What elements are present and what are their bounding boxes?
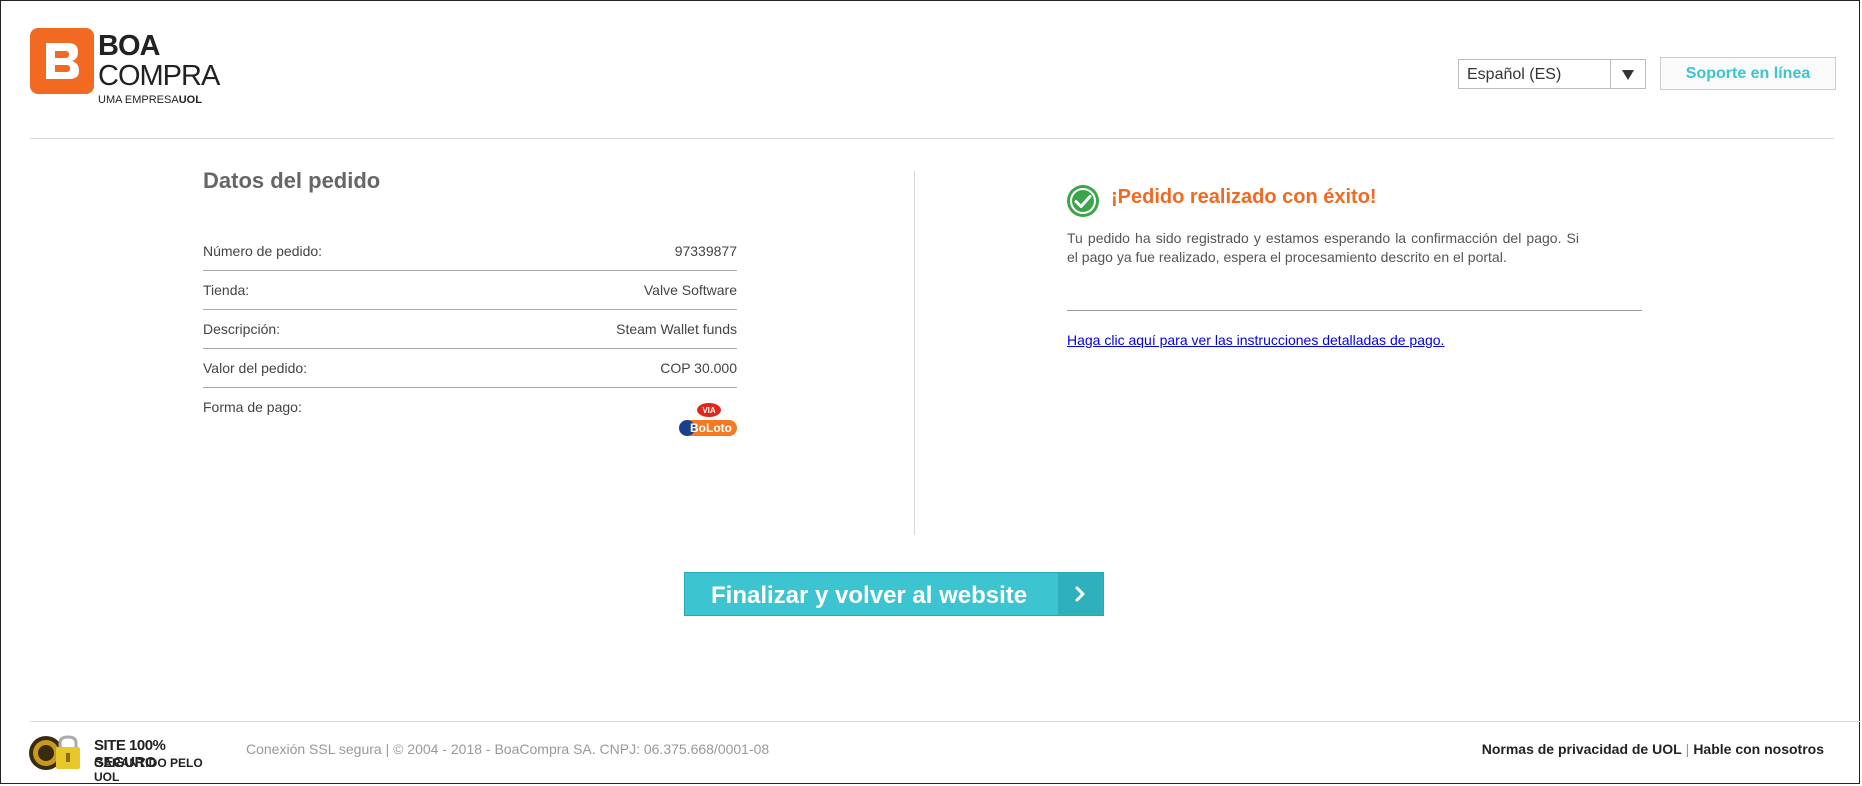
chevron-right-icon <box>1075 586 1085 602</box>
order-row-label: Número de pedido: <box>203 243 323 259</box>
language-select[interactable]: Español (ES) <box>1458 59 1646 89</box>
order-details-list: Número de pedido: 97339877 Tienda: Valve… <box>203 232 737 448</box>
order-row-value: Steam Wallet funds <box>616 321 737 337</box>
order-row-label: Valor del pedido: <box>203 360 308 376</box>
logo-text-compra: COMPRA <box>98 60 220 92</box>
order-row-value: COP 30.000 <box>660 360 737 376</box>
baloto-payment-icon: VIA BoLoto <box>679 403 737 436</box>
order-details-title: Datos del pedido <box>203 168 381 193</box>
contact-us-link[interactable]: Hable con nosotros <box>1693 741 1824 757</box>
chevron-down-icon <box>1622 70 1634 80</box>
check-circle-icon <box>1067 185 1099 217</box>
header-divider <box>30 138 1834 139</box>
finish-button-label: Finalizar y volver al website <box>711 582 1028 609</box>
language-dropdown-toggle[interactable] <box>1610 60 1645 88</box>
order-row-label: Tienda: <box>203 282 250 298</box>
finish-and-return-button[interactable]: Finalizar y volver al website <box>684 572 1104 616</box>
order-row-label: Forma de pago: <box>203 399 302 415</box>
order-row-amount: Valor del pedido: COP 30.000 <box>203 349 737 388</box>
privacy-policy-link[interactable]: Normas de privacidad de UOL <box>1482 741 1682 757</box>
payment-instructions-link[interactable]: Haga clic aquí para ver las instruccione… <box>1067 332 1444 348</box>
order-row-label: Descripción: <box>203 321 281 337</box>
footer-divider <box>30 721 1860 722</box>
logo-tagline: UMA EMPRESAUOL <box>98 94 202 106</box>
order-row-store: Tienda: Valve Software <box>203 271 737 310</box>
language-selected-value: Español (ES) <box>1467 66 1562 83</box>
padlock-seal-icon <box>29 735 80 770</box>
svg-text:VIA: VIA <box>702 406 716 415</box>
order-row-description: Descripción: Steam Wallet funds <box>203 310 737 349</box>
success-message: Tu pedido ha sido registrado y estamos e… <box>1067 230 1579 265</box>
logo-text-boa: BOA <box>98 30 160 62</box>
column-divider <box>914 171 915 535</box>
secure-site-seal[interactable]: SITE 100% SEGURO GARANTIDO PELO UOL <box>28 733 228 784</box>
success-title: ¡Pedido realizado con éxito! <box>1111 186 1377 208</box>
copyright-text: Conexión SSL segura | © 2004 - 2018 - Bo… <box>246 741 770 757</box>
footer-separator: | <box>1685 741 1690 757</box>
footer-links: Normas de privacidad de UOL | Hable con no… <box>1482 741 1824 757</box>
svg-text:BoLoto: BoLoto <box>690 421 732 435</box>
online-support-button[interactable]: Soporte en línea <box>1660 57 1836 90</box>
status-divider <box>1067 310 1642 311</box>
order-row-value: 97339877 <box>674 243 737 259</box>
order-row-number: Número de pedido: 97339877 <box>203 232 737 271</box>
logo-mark-icon <box>30 28 94 94</box>
finish-button-arrow <box>1058 573 1103 615</box>
order-row-payment-method: Forma de pago: VIA BoLoto <box>203 388 737 448</box>
seal-subtitle: GARANTIDO PELO UOL <box>94 756 203 784</box>
boacompra-logo[interactable]: BOA COMPRA UMA EMPRESAUOL <box>30 28 230 110</box>
order-row-value: Valve Software <box>643 282 737 298</box>
